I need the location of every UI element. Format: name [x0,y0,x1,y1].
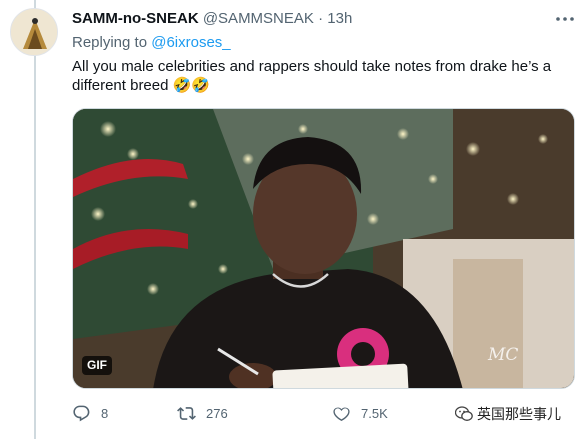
user-handle[interactable]: @SAMMSNEAK [203,10,314,27]
reply-icon [73,405,90,421]
tweet-text: All you male celebrities and rappers sho… [72,58,552,94]
avatar[interactable] [10,8,58,56]
retweet-button[interactable]: 276 [177,400,228,426]
reply-button[interactable]: 8 [72,400,108,426]
tweet-media[interactable]: GIF MC [72,108,575,389]
heart-icon [333,407,350,421]
replying-prefix: Replying to [72,34,152,51]
avatar-image [11,9,57,55]
thread-line [34,0,36,439]
timestamp[interactable]: 13h [327,10,352,27]
like-button[interactable]: 7.5K [332,400,388,426]
account-tag-label: 英国那些事儿 [477,406,561,422]
retweet-count: 276 [206,405,228,421]
tweet-header: SAMM-no-SNEAK @SAMMSNEAK · 13h [72,10,352,28]
retweet-icon [177,406,196,420]
wechat-icon [455,406,473,421]
channel-watermark: MC [488,345,519,365]
display-name[interactable]: SAMM-no-SNEAK [72,10,199,27]
gif-badge[interactable]: GIF [82,356,112,375]
separator-dot: · [318,10,324,27]
replying-to-handle[interactable]: @6ixroses_ [151,34,230,51]
account-tag: 英国那些事儿 [455,405,561,423]
more-icon[interactable] [553,10,577,28]
reply-count: 8 [101,405,109,421]
replying-to: Replying to @6ixroses_ [72,34,231,52]
like-count: 7.5K [361,405,388,421]
